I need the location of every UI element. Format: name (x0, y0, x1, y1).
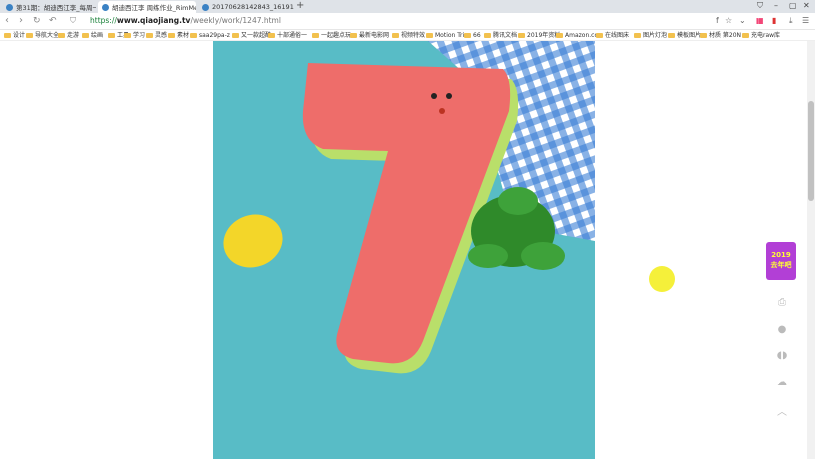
bookmark-item[interactable]: 设计 (4, 31, 25, 40)
folder-icon (232, 33, 239, 38)
download-icon[interactable]: ⤓ (789, 16, 793, 26)
folder-icon (742, 33, 749, 38)
folder-icon (168, 33, 175, 38)
folder-icon (312, 33, 319, 38)
star-icon[interactable]: ☆ (725, 16, 732, 26)
bookmark-item[interactable]: 图片灯泡 (634, 31, 667, 40)
new-tab-button[interactable]: + (296, 0, 304, 12)
apps-icon[interactable]: ▦ (756, 16, 764, 26)
bookmark-item[interactable]: 模板图片 (668, 31, 701, 40)
bookmark-item[interactable]: 灵感 (146, 31, 167, 40)
window-close-icon[interactable]: ✕ (803, 0, 810, 12)
tab-3[interactable]: 20170628142843_16191.jpg × (198, 1, 294, 13)
scrollbar[interactable] (807, 41, 815, 459)
security-shield-icon: ⛉ (70, 16, 76, 25)
menu-icon[interactable]: ☰ (802, 16, 809, 26)
folder-icon (26, 33, 33, 38)
cloud-icon[interactable]: ☁ (770, 377, 794, 388)
bookmark-item[interactable]: 学习 (124, 31, 145, 40)
maximize-icon[interactable]: ▢ (789, 0, 797, 12)
bookmark-item[interactable]: 一起趣点玩 (312, 31, 351, 40)
scrollbar-thumb[interactable] (808, 101, 814, 201)
bookmarks-bar: 设计 导航大全 走游 绘画 工具 学习 灵感 素材 saa29pa-z 又一款超酷 十部通俗一 一起趣… (0, 30, 815, 41)
bookmark-item[interactable]: Amazon.co (556, 31, 598, 40)
folder-icon (124, 33, 131, 38)
tab-bar: 第31期：胡迪西江李_每周一织... × 胡迪西江李 周练作业_RimMel ×… (0, 0, 815, 13)
site-icon (6, 3, 13, 11)
mouse-cursor-highlight (649, 266, 675, 292)
chevron-down-icon[interactable]: ⌄ (739, 16, 746, 26)
url-field[interactable]: https://www.qiaojiang.tv/weekly/work/124… (90, 16, 281, 26)
bookmark-item[interactable]: 在线图床 (596, 31, 629, 40)
promo-badge[interactable]: 2019 去年吧 (766, 242, 796, 282)
print-icon[interactable]: ⎙ (770, 297, 794, 308)
watermelon-seven-image (213, 41, 595, 459)
headset-icon[interactable]: ◖◗ (770, 350, 794, 361)
site-icon (202, 3, 209, 11)
folder-icon (426, 33, 433, 38)
bookmark-item[interactable]: 腾讯文档 (484, 31, 517, 40)
comment-icon[interactable]: ● (770, 324, 794, 335)
back-icon[interactable]: ‹ (5, 15, 9, 27)
folder-icon (108, 33, 115, 38)
tab-1[interactable]: 第31期：胡迪西江李_每周一织... × (2, 1, 96, 13)
bookmark-item[interactable]: 材质 第20N (700, 31, 741, 40)
f-icon[interactable]: f (716, 16, 719, 26)
folder-icon (350, 33, 357, 38)
folder-icon (518, 33, 525, 38)
folder-icon (392, 33, 399, 38)
tab-2[interactable]: 胡迪西江李 周练作业_RimMel × (98, 1, 196, 13)
bookmark-item[interactable]: 十部通俗一 (268, 31, 307, 40)
reload-icon[interactable]: ↻ (33, 15, 41, 27)
folder-icon (4, 33, 11, 38)
folder-icon (596, 33, 603, 38)
back-to-top-icon[interactable]: ︿ (770, 403, 794, 418)
folder-icon (484, 33, 491, 38)
folder-icon (668, 33, 675, 38)
address-bar: ‹ › ↻ ↶ ⛉ https://www.qiaojiang.tv/weekl… (0, 13, 815, 30)
bookmark-item[interactable]: 走游 (58, 31, 79, 40)
folder-icon (268, 33, 275, 38)
minimize-icon[interactable]: – (774, 0, 778, 12)
extension-icon[interactable]: ▮ (772, 16, 776, 26)
undo-icon[interactable]: ↶ (49, 15, 57, 27)
bookmark-item[interactable]: 视频特效 (392, 31, 425, 40)
bookmark-item[interactable]: saa29pa-z (190, 31, 230, 40)
folder-icon (634, 33, 641, 38)
bookmark-item[interactable]: 又一款超酷 (232, 31, 271, 40)
bookmark-item[interactable]: 充电raw库 (742, 31, 780, 40)
folder-icon (556, 33, 563, 38)
folder-icon (190, 33, 197, 38)
folder-icon (146, 33, 153, 38)
bookmark-item[interactable]: 绘画 (82, 31, 103, 40)
bookmark-item[interactable]: 2019年资料 (518, 31, 560, 40)
folder-icon (700, 33, 707, 38)
bookmark-item[interactable]: 导航大全 (26, 31, 59, 40)
bookmark-item[interactable]: 最新电影网 (350, 31, 389, 40)
folder-icon (464, 33, 471, 38)
folder-icon (82, 33, 89, 38)
page-content: 2019 去年吧 ⎙ ● ◖◗ ☁ ︿ (0, 41, 807, 459)
shield-icon[interactable]: ⛉ (757, 0, 763, 12)
forward-icon[interactable]: › (19, 15, 23, 27)
site-icon (102, 3, 109, 11)
bookmark-item[interactable]: 66 (464, 31, 481, 40)
folder-icon (58, 33, 65, 38)
bookmark-item[interactable]: 素材 (168, 31, 189, 40)
bookmark-item[interactable]: Motion Tri (426, 31, 464, 40)
